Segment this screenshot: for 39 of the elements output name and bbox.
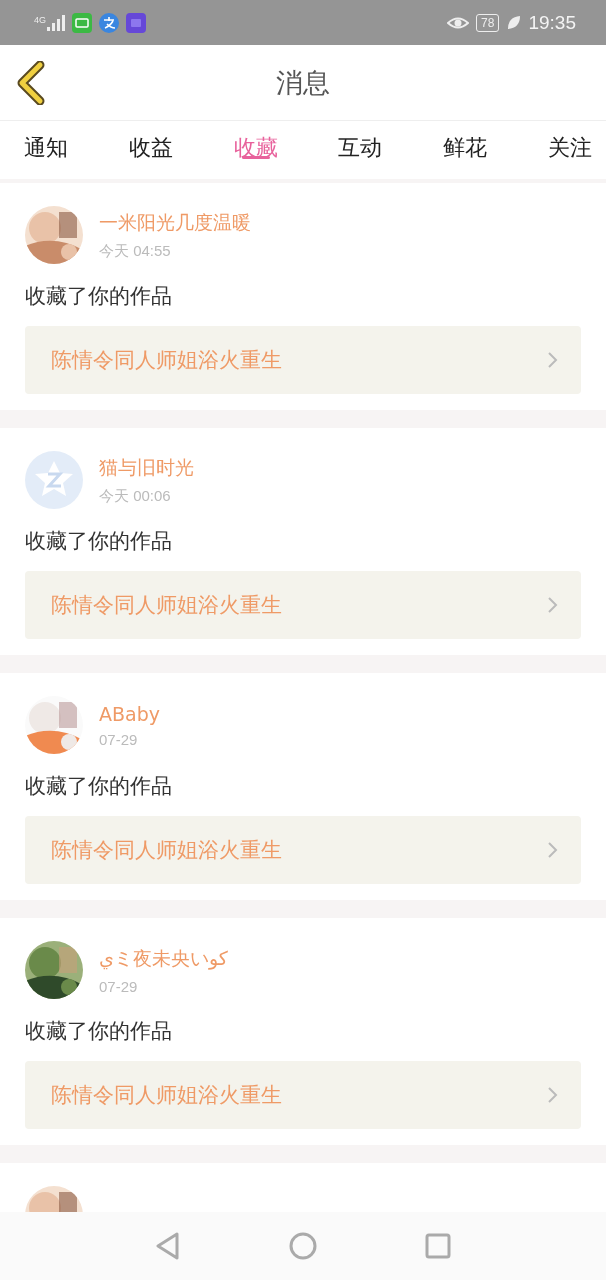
message-text: 收藏了你的作品 [25, 528, 173, 555]
username[interactable]: 一米阳光几度温暖 [99, 209, 251, 236]
tab[interactable]: 互动 [338, 121, 383, 167]
home-icon[interactable] [289, 1232, 317, 1260]
work-link[interactable]: 陈情令同人师姐浴火重生 [25, 571, 581, 639]
message-text: 收藏了你的作品 [25, 1018, 173, 1045]
network-label: 4G [34, 14, 46, 25]
clock: 19:35 [528, 11, 576, 34]
work-link[interactable]: 陈情令同人师姐浴火重生 [25, 1061, 581, 1129]
tab[interactable]: 通知 [24, 121, 68, 167]
signal-icon [47, 14, 65, 31]
timestamp: 今天 04:55 [99, 241, 172, 261]
work-link[interactable]: 陈情令同人师姐浴火重生 [25, 816, 581, 884]
app-icon [99, 12, 119, 33]
work-link[interactable]: 陈情令同人师姐浴火重生 [25, 326, 581, 394]
recent-apps-icon[interactable] [425, 1233, 451, 1259]
message-text: 收藏了你的作品 [25, 773, 173, 800]
username[interactable]: يミ夜未央いکو [99, 945, 228, 972]
tab[interactable]: 鲜花 [443, 121, 488, 167]
chevron-right-icon [547, 1086, 559, 1104]
app-icon [126, 12, 146, 33]
tab[interactable]: 收藏 [233, 121, 278, 167]
avatar-icon [25, 451, 83, 509]
battery-level: 78 [481, 15, 495, 30]
username[interactable]: ABaby [99, 702, 160, 725]
back-icon[interactable] [16, 61, 46, 105]
app-icon [72, 12, 92, 33]
timestamp: 07-29 [99, 730, 139, 748]
chevron-right-icon [547, 351, 559, 369]
chevron-right-icon [547, 841, 559, 859]
timestamp: 今天 00:06 [99, 486, 172, 506]
username[interactable]: 猫与旧时光 [99, 454, 194, 481]
page-title: 消息 [276, 65, 330, 100]
leaf-icon [506, 15, 522, 30]
tab[interactable]: 关注 [548, 121, 592, 167]
message-text: 收藏了你的作品 [25, 283, 173, 310]
timestamp: 07-29 [99, 977, 139, 995]
tab[interactable]: 收益 [128, 121, 173, 167]
chevron-right-icon [547, 596, 559, 614]
